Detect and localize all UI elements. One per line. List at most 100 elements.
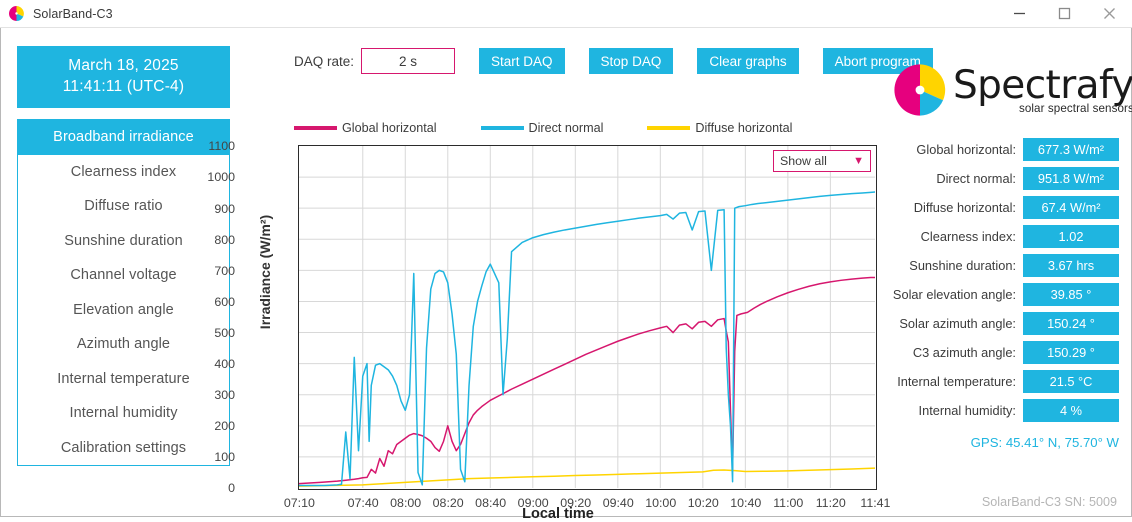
close-icon[interactable] bbox=[1087, 0, 1132, 28]
legend-label: Global horizontal bbox=[342, 121, 437, 135]
chart-series-global-horizontal bbox=[299, 276, 875, 485]
readout-value: 150.24 ° bbox=[1023, 312, 1119, 335]
readout-internal-humidity: Internal humidity: 4 % bbox=[889, 399, 1119, 422]
sidebar-item-label: Calibration settings bbox=[60, 439, 187, 456]
readout-value: 39.85 ° bbox=[1023, 283, 1119, 306]
chart-legend: Global horizontal Direct normal Diffuse … bbox=[294, 121, 836, 135]
chart-x-tick: 08:20 bbox=[432, 496, 464, 510]
chart-y-tick: 600 bbox=[214, 294, 235, 309]
chart-x-tick: 10:00 bbox=[645, 496, 677, 510]
readout-panel: Global horizontal: 677.3 W/m² Direct nor… bbox=[889, 138, 1119, 450]
readout-label: Sunshine duration: bbox=[909, 258, 1016, 273]
readout-label: Solar elevation angle: bbox=[892, 287, 1016, 302]
chart-x-tick: 10:40 bbox=[730, 496, 762, 510]
sidebar-item-label: Broadband irradiance bbox=[53, 129, 194, 146]
chart-y-tick: 100 bbox=[214, 450, 235, 465]
sidebar-item-label: Azimuth angle bbox=[76, 336, 171, 353]
readout-value: 677.3 W/m² bbox=[1023, 138, 1119, 161]
gps-coordinates: GPS: 45.41° N, 75.70° W bbox=[970, 435, 1119, 450]
legend-label: Direct normal bbox=[528, 121, 604, 135]
device-serial: SolarBand-C3 SN: 5009 bbox=[981, 495, 1117, 509]
stop-daq-button[interactable]: Stop DAQ bbox=[588, 48, 674, 74]
chart-y-tick: 0 bbox=[228, 481, 235, 496]
chart-y-tick: 500 bbox=[214, 325, 235, 340]
toolbar: DAQ rate: 2 s Start DAQ Stop DAQ Clear g… bbox=[294, 48, 933, 74]
sidebar-item-label: Diffuse ratio bbox=[84, 198, 163, 215]
readout-internal-temperature: Internal temperature: 21.5 °C bbox=[889, 370, 1119, 393]
daq-rate-input[interactable]: 2 s bbox=[361, 48, 456, 74]
clock-date: March 18, 2025 bbox=[68, 57, 179, 74]
series-filter-value: Show all bbox=[780, 154, 827, 168]
legend-swatch-icon bbox=[480, 126, 524, 130]
minimize-icon[interactable] bbox=[997, 0, 1042, 28]
chart-x-tick: 09:00 bbox=[517, 496, 549, 510]
chart-series-direct-normal bbox=[299, 191, 875, 487]
window-title-bar: SolarBand-C3 bbox=[0, 0, 1132, 28]
readout-label: Internal temperature: bbox=[897, 374, 1016, 389]
chart-y-tick: 300 bbox=[214, 388, 235, 403]
chart-x-tick: 10:20 bbox=[687, 496, 719, 510]
readout-value: 21.5 °C bbox=[1023, 370, 1119, 393]
readout-solar-azimuth-angle: Solar azimuth angle: 150.24 ° bbox=[889, 312, 1119, 335]
chart-x-tick: 07:10 bbox=[283, 496, 315, 510]
readout-value: 951.8 W/m² bbox=[1023, 167, 1119, 190]
app-icon bbox=[8, 5, 25, 22]
daq-rate-label: DAQ rate: bbox=[294, 53, 355, 69]
chart-x-tick: 11:20 bbox=[815, 496, 846, 510]
readout-diffuse-horizontal: Diffuse horizontal: 67.4 W/m² bbox=[889, 196, 1119, 219]
chart-y-tick: 900 bbox=[214, 201, 235, 216]
readout-label: C3 azimuth angle: bbox=[912, 345, 1016, 360]
readout-value: 1.02 bbox=[1023, 225, 1119, 248]
chart-y-tick: 200 bbox=[214, 419, 235, 434]
clear-graphs-button[interactable]: Clear graphs bbox=[697, 48, 799, 74]
application-window: March 18, 2025 11:41:11 (UTC-4) Broadban… bbox=[0, 28, 1132, 522]
readout-label: Direct normal: bbox=[936, 171, 1016, 186]
legend-label: Diffuse horizontal bbox=[695, 121, 793, 135]
chart-y-tick: 1000 bbox=[207, 170, 235, 185]
brand-text: Spectrafy solar spectral sensors bbox=[953, 66, 1132, 115]
chart-x-tick: 11:00 bbox=[773, 496, 804, 510]
sidebar: March 18, 2025 11:41:11 (UTC-4) Broadban… bbox=[17, 46, 230, 466]
legend-swatch-icon bbox=[647, 126, 691, 130]
chart-x-tick: 09:40 bbox=[602, 496, 634, 510]
readout-value: 150.29 ° bbox=[1023, 341, 1119, 364]
chart-y-tick: 1100 bbox=[208, 139, 235, 154]
readout-label: Diffuse horizontal: bbox=[913, 200, 1016, 215]
chart-x-tick: 08:40 bbox=[475, 496, 507, 510]
readout-solar-elevation-angle: Solar elevation angle: 39.85 ° bbox=[889, 283, 1119, 306]
readout-label: Clearness index: bbox=[920, 229, 1016, 244]
series-filter-dropdown[interactable]: Show all ▼ bbox=[773, 150, 871, 172]
readout-global-horizontal: Global horizontal: 677.3 W/m² bbox=[889, 138, 1119, 161]
chevron-down-icon: ▼ bbox=[853, 155, 864, 167]
sidebar-item-label: Channel voltage bbox=[70, 267, 177, 284]
clock-time: 11:41:11 (UTC-4) bbox=[62, 78, 185, 95]
brand-logo: Spectrafy solar spectral sensors bbox=[891, 61, 1132, 119]
irradiance-chart: Irradiance (W/m²) Local time 0 100 200 300 4… bbox=[207, 136, 890, 522]
chart-y-tick: 400 bbox=[214, 357, 235, 372]
sidebar-item-label: Clearness index bbox=[70, 163, 177, 180]
chart-plot-area: Show all ▼ bbox=[298, 145, 877, 490]
sidebar-item-label: Internal humidity bbox=[69, 405, 178, 422]
maximize-icon[interactable] bbox=[1042, 0, 1087, 28]
spectrafy-logo-icon bbox=[891, 61, 949, 119]
readout-sunshine-duration: Sunshine duration: 3.67 hrs bbox=[889, 254, 1119, 277]
readout-label: Global horizontal: bbox=[916, 142, 1016, 157]
legend-item-diffuse-horizontal[interactable]: Diffuse horizontal bbox=[647, 121, 792, 135]
chart-series-diffuse-horizontal bbox=[299, 467, 875, 487]
readout-c3-azimuth-angle: C3 azimuth angle: 150.29 ° bbox=[889, 341, 1119, 364]
start-daq-button[interactable]: Start DAQ bbox=[479, 48, 565, 74]
legend-swatch-icon bbox=[294, 126, 337, 130]
readout-value: 3.67 hrs bbox=[1023, 254, 1119, 277]
chart-y-axis-label: Irradiance (W/m²) bbox=[257, 214, 273, 330]
sidebar-item-label: Elevation angle bbox=[73, 301, 174, 318]
readout-label: Internal humidity: bbox=[918, 403, 1016, 418]
chart-x-tick: 11:41 bbox=[860, 496, 891, 510]
readout-label: Solar azimuth angle: bbox=[899, 316, 1016, 331]
readout-value: 4 % bbox=[1023, 399, 1119, 422]
chart-svg bbox=[299, 146, 875, 488]
legend-item-global-horizontal[interactable]: Global horizontal bbox=[294, 121, 437, 135]
legend-item-direct-normal[interactable]: Direct normal bbox=[480, 121, 604, 135]
clock-panel: March 18, 2025 11:41:11 (UTC-4) bbox=[17, 46, 230, 108]
sidebar-item-label: Internal temperature bbox=[57, 370, 190, 387]
readout-value: 67.4 W/m² bbox=[1023, 196, 1119, 219]
